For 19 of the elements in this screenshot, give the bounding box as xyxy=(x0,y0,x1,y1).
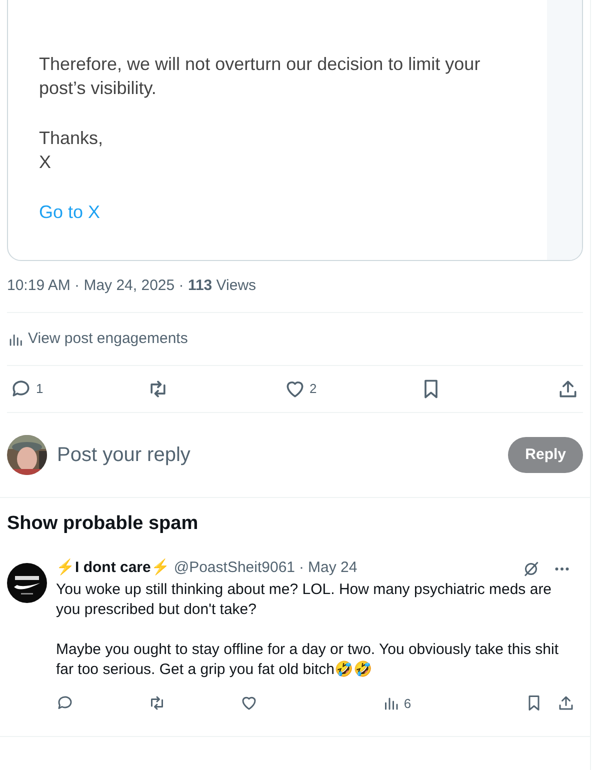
share-icon[interactable] xyxy=(557,378,579,400)
author-handle[interactable]: @PoastSheit9061 xyxy=(174,557,296,580)
slashed-circle-icon[interactable] xyxy=(522,560,540,578)
closing-text: X xyxy=(39,151,52,174)
closing-text: Thanks, xyxy=(39,127,104,150)
heart-icon[interactable] xyxy=(240,694,258,712)
post-time[interactable]: May 24 xyxy=(308,557,358,580)
separator-dot: · xyxy=(299,558,304,578)
author-name[interactable]: ⚡I dont care⚡ xyxy=(56,557,170,580)
post-timestamp: 10:19 AM · May 24, 2025 · 113 Views xyxy=(7,276,256,296)
share-icon[interactable] xyxy=(557,694,575,712)
message-text: Therefore, we will not overturn our decision to limit your post’s visibility. xyxy=(39,53,482,100)
action-count: 1 xyxy=(36,380,44,398)
action-count: 6 xyxy=(404,694,412,712)
action-count: 2 xyxy=(310,380,317,398)
post-text: Maybe you ought to stay offline for a day or two. You obviously take this shit far too serious. Get a grip you fat old bitch🤣🤣 xyxy=(56,640,560,680)
section-heading: Show probable spam xyxy=(6,512,200,536)
engagements-link[interactable]: View post engagements xyxy=(28,328,188,350)
post-text: You woke up still thinking about me? LOL. How many psychiatric meds are you prescribed but don't take? xyxy=(56,580,553,620)
